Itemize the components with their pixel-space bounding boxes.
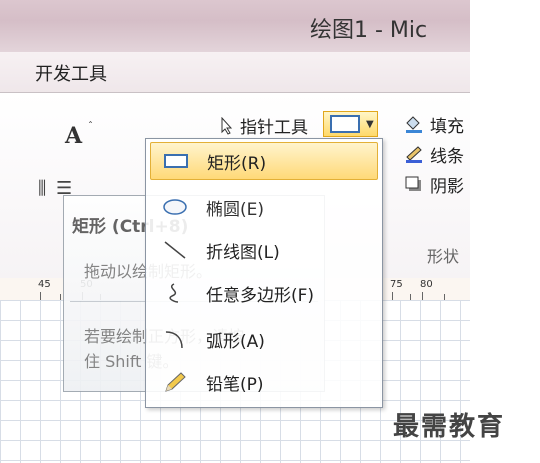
window-title: 绘图1 - Mic [310,18,428,43]
ruler-label: 45 [38,279,51,290]
menu-item-rectangle[interactable]: 矩形(R) [150,142,378,180]
pointer-arrow-icon [221,116,233,135]
watermark-logo: 最需教育 [393,412,506,442]
drawing-tools-menu: 矩形(R) 椭圆(E) 折线图(L) 任意多边形(F) 弧形(A) 铅笔(P) [145,138,383,408]
line-pen-icon [406,146,422,163]
freeform-icon [169,283,179,303]
menu-item-arc[interactable]: 弧形(A) [150,320,378,358]
line-button[interactable]: 线条 [404,139,464,169]
ellipse-icon [163,199,187,215]
ruler-label: 75 [390,279,403,290]
fill-label: 填充 [430,116,464,137]
chevron-down-icon: ▼ [366,118,374,130]
rectangle-tool-dropdown-button[interactable]: ▼ [323,111,378,137]
font-size-grow-indicator: ˆ [88,121,93,132]
visio-window: 绘图1 - Mic 开发工具 A ˆ ⫼ ☰ 指针工具 ▼ 填充 线条 阴影 形… [0,0,540,463]
rectangle-icon [330,115,360,133]
line-icon [164,241,186,259]
shapes-group-label: 形状 [427,247,460,266]
menu-item-label: 铅笔(P) [206,374,264,395]
menu-item-label: 椭圆(E) [206,199,265,220]
pointer-tool-button[interactable]: 指针工具 [220,113,308,138]
fill-bucket-icon [406,116,422,133]
ribbon-tab-row: 开发工具 [0,52,470,93]
rectangle-icon [164,154,188,168]
arc-icon [165,331,183,349]
line-label: 线条 [430,146,464,167]
font-size-grow-icon[interactable]: A [65,123,82,149]
shadow-label: 阴影 [430,176,464,197]
menu-item-pencil[interactable]: 铅笔(P) [150,363,378,401]
ruler-label: 80 [420,279,433,290]
menu-item-ellipse[interactable]: 椭圆(E) [150,188,378,226]
tab-developer-tools[interactable]: 开发工具 [35,60,107,86]
text-direction-icon[interactable]: ⫼ [38,178,48,199]
fill-button[interactable]: 填充 [404,109,464,139]
pointer-tool-label: 指针工具 [240,118,308,138]
menu-item-label: 弧形(A) [206,331,265,352]
menu-item-label: 任意多边形(F) [206,285,315,306]
menu-item-freeform[interactable]: 任意多边形(F) [150,274,378,312]
shape-style-group: 填充 线条 阴影 [404,109,464,199]
menu-item-label: 矩形(R) [207,153,267,174]
shadow-icon [405,176,421,191]
menu-item-label: 折线图(L) [206,242,280,263]
pencil-icon [165,372,186,392]
shadow-button[interactable]: 阴影 [404,169,464,199]
menu-item-line[interactable]: 折线图(L) [150,231,378,269]
title-bar: 绘图1 - Mic [0,0,470,53]
